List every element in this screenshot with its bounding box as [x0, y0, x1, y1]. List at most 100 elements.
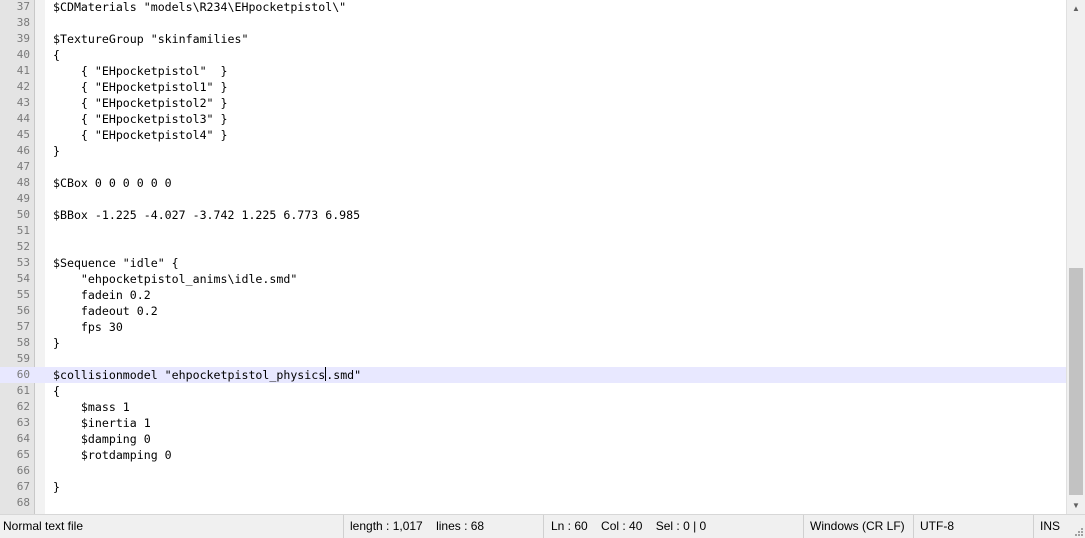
status-ln: Ln : 60	[551, 519, 588, 533]
code-line[interactable]: 56 fadeout 0.2	[0, 303, 1066, 319]
text-editor[interactable]: 37 $CDMaterials "models\R234\EHpocketpist…	[0, 0, 1066, 514]
line-number: 37	[16, 0, 30, 13]
line-number: 60	[16, 368, 30, 381]
status-length: length : 1,017	[350, 519, 423, 533]
line-number: 61	[16, 384, 30, 397]
vertical-scrollbar[interactable]: ▲ ▼	[1066, 0, 1085, 514]
status-insert-mode: INS	[1033, 515, 1073, 538]
code-line[interactable]: 43 { "EHpocketpistol2" }	[0, 95, 1066, 111]
code-text[interactable]: { "EHpocketpistol3" }	[53, 111, 228, 127]
line-number: 57	[16, 320, 30, 333]
code-line[interactable]: 39 $TextureGroup "skinfamilies"	[0, 31, 1066, 47]
line-number: 59	[16, 352, 30, 365]
status-eol: Windows (CR LF)	[803, 515, 913, 538]
line-number: 45	[16, 128, 30, 141]
scrollbar-thumb[interactable]	[1069, 268, 1083, 495]
status-lines: lines : 68	[436, 519, 485, 533]
code-line[interactable]: 45 { "EHpocketpistol4" }	[0, 127, 1066, 143]
code-text[interactable]: fps 30	[53, 319, 123, 335]
line-number: 50	[16, 208, 30, 221]
code-line[interactable]: 54 "ehpocketpistol_anims\idle.smd"	[0, 271, 1066, 287]
code-line[interactable]: 46}	[0, 143, 1066, 159]
line-number: 66	[16, 464, 30, 477]
code-text[interactable]: $damping 0	[53, 431, 151, 447]
line-number: 43	[16, 96, 30, 109]
code-text[interactable]: $CDMaterials "models\R234\EHpocketpistol…	[53, 0, 346, 15]
code-line[interactable]: 50 $BBox -1.225 -4.027 -3.742 1.225 6.773…	[0, 207, 1066, 223]
code-line[interactable]: 42 { "EHpocketpistol1" }	[0, 79, 1066, 95]
line-number: 56	[16, 304, 30, 317]
code-line[interactable]: 57 fps 30	[0, 319, 1066, 335]
code-text[interactable]: }	[53, 479, 60, 495]
line-number: 42	[16, 80, 30, 93]
line-number: 55	[16, 288, 30, 301]
code-line[interactable]: 61 {	[0, 383, 1066, 399]
code-line[interactable]: 62 $mass 1	[0, 399, 1066, 415]
code-line[interactable]: 53 $Sequence "idle" {	[0, 255, 1066, 271]
code-lines[interactable]: 37 $CDMaterials "models\R234\EHpocketpist…	[0, 0, 1066, 511]
line-number: 51	[16, 224, 30, 237]
code-text[interactable]: fadein 0.2	[53, 287, 151, 303]
status-encoding: UTF-8	[913, 515, 1033, 538]
code-line[interactable]: 66	[0, 463, 1066, 479]
line-number: 63	[16, 416, 30, 429]
code-line[interactable]: 55 fadein 0.2	[0, 287, 1066, 303]
line-number: 39	[16, 32, 30, 45]
code-text[interactable]: $BBox -1.225 -4.027 -3.742 1.225 6.773 6…	[53, 207, 360, 223]
code-line[interactable]: 49	[0, 191, 1066, 207]
status-length-lines: length : 1,017 lines : 68	[343, 515, 543, 538]
line-number: 49	[16, 192, 30, 205]
line-number: 53	[16, 256, 30, 269]
code-line[interactable]: 44 { "EHpocketpistol3" }	[0, 111, 1066, 127]
code-line[interactable]: 65 $rotdamping 0	[0, 447, 1066, 463]
code-line[interactable]: 59	[0, 351, 1066, 367]
code-line[interactable]: 48 $CBox 0 0 0 0 0 0	[0, 175, 1066, 191]
code-line[interactable]: 37 $CDMaterials "models\R234\EHpocketpist…	[0, 0, 1066, 15]
code-text[interactable]: $collisionmodel "ehpocketpistol_physics.…	[53, 367, 361, 383]
line-number: 41	[16, 64, 30, 77]
code-line[interactable]: 51	[0, 223, 1066, 239]
code-text[interactable]: $TextureGroup "skinfamilies"	[53, 31, 248, 47]
code-text[interactable]: {	[53, 47, 60, 63]
code-text[interactable]: { "EHpocketpistol" }	[53, 63, 228, 79]
line-number: 58	[16, 336, 30, 349]
code-text[interactable]: }	[53, 143, 60, 159]
line-number: 44	[16, 112, 30, 125]
code-text[interactable]: $CBox 0 0 0 0 0 0	[53, 175, 172, 191]
code-line[interactable]: 58}	[0, 335, 1066, 351]
down-arrow-icon[interactable]: ▼	[1067, 497, 1085, 514]
code-line[interactable]: 67}	[0, 479, 1066, 495]
code-line[interactable]: 40 {	[0, 47, 1066, 63]
line-number: 52	[16, 240, 30, 253]
code-line[interactable]: 52	[0, 239, 1066, 255]
code-text[interactable]: { "EHpocketpistol2" }	[53, 95, 228, 111]
code-line[interactable]: 63 $inertia 1	[0, 415, 1066, 431]
code-line[interactable]: 68	[0, 495, 1066, 511]
status-bar: Normal text file length : 1,017 lines : …	[0, 514, 1085, 538]
line-number: 40	[16, 48, 30, 61]
line-number: 67	[16, 480, 30, 493]
code-line[interactable]: 60 $collisionmodel "ehpocketpistol_physic…	[0, 367, 1066, 383]
code-text[interactable]: $rotdamping 0	[53, 447, 172, 463]
code-text[interactable]: fadeout 0.2	[53, 303, 158, 319]
code-text[interactable]: {	[53, 383, 60, 399]
code-line[interactable]: 64 $damping 0	[0, 431, 1066, 447]
code-text[interactable]: $mass 1	[53, 399, 130, 415]
line-number: 46	[16, 144, 30, 157]
code-text[interactable]: { "EHpocketpistol4" }	[53, 127, 228, 143]
status-position: Ln : 60 Col : 40 Sel : 0 | 0	[543, 515, 803, 538]
line-number: 47	[16, 160, 30, 173]
code-text[interactable]: $inertia 1	[53, 415, 151, 431]
code-text[interactable]: $Sequence "idle" {	[53, 255, 179, 271]
code-line[interactable]: 41 { "EHpocketpistol" }	[0, 63, 1066, 79]
code-text[interactable]: "ehpocketpistol_anims\idle.smd"	[53, 271, 297, 287]
code-line[interactable]: 47	[0, 159, 1066, 175]
code-line[interactable]: 38	[0, 15, 1066, 31]
resize-grip-icon[interactable]	[1074, 527, 1083, 536]
up-arrow-icon[interactable]: ▲	[1067, 0, 1085, 17]
code-text[interactable]: { "EHpocketpistol1" }	[53, 79, 228, 95]
code-text[interactable]: }	[53, 335, 60, 351]
status-col: Col : 40	[601, 519, 643, 533]
line-number: 65	[16, 448, 30, 461]
line-number: 68	[16, 496, 30, 509]
